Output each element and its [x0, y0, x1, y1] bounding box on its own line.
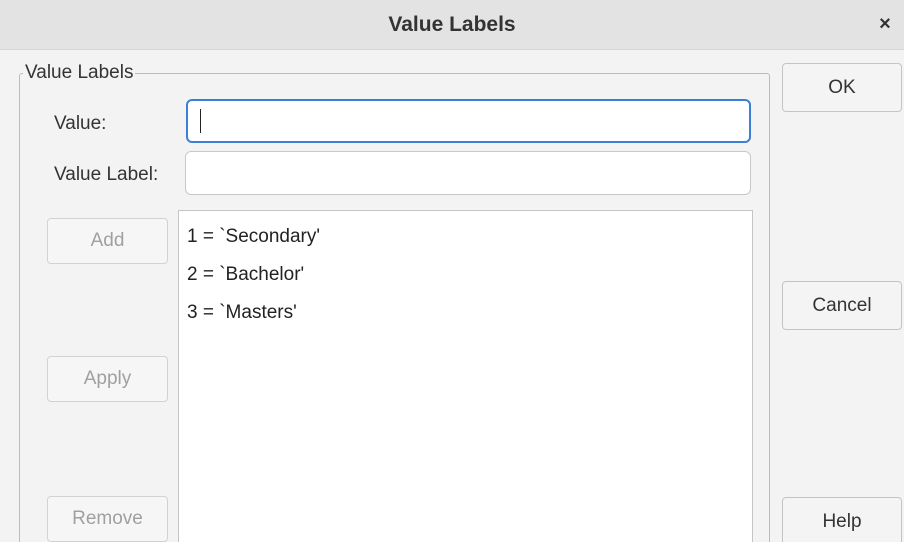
list-item[interactable]: 2 = `Bachelor'	[179, 256, 752, 294]
ok-button[interactable]: OK	[782, 63, 902, 112]
value-labels-dialog: Value Labels × Value Labels Value: Value…	[0, 0, 904, 542]
value-labels-list[interactable]: 1 = `Secondary' 2 = `Bachelor' 3 = `Master…	[178, 210, 753, 542]
list-item[interactable]: 3 = `Masters'	[179, 294, 752, 332]
value-input[interactable]	[186, 99, 751, 143]
text-caret	[200, 109, 201, 133]
remove-button[interactable]: Remove	[47, 496, 168, 542]
value-label: Value:	[54, 113, 107, 134]
title-bar: Value Labels ×	[0, 0, 904, 50]
list-item[interactable]: 1 = `Secondary'	[179, 218, 752, 256]
list-items: 1 = `Secondary' 2 = `Bachelor' 3 = `Master…	[179, 211, 752, 332]
group-title: Value Labels	[23, 62, 136, 84]
value-label-label: Value Label:	[54, 164, 159, 185]
cancel-button[interactable]: Cancel	[782, 281, 902, 330]
close-icon[interactable]: ×	[874, 12, 896, 36]
help-button[interactable]: Help	[782, 497, 902, 542]
dialog-title: Value Labels	[388, 13, 516, 36]
apply-button[interactable]: Apply	[47, 356, 168, 402]
add-button[interactable]: Add	[47, 218, 168, 264]
value-label-input[interactable]	[185, 151, 751, 195]
